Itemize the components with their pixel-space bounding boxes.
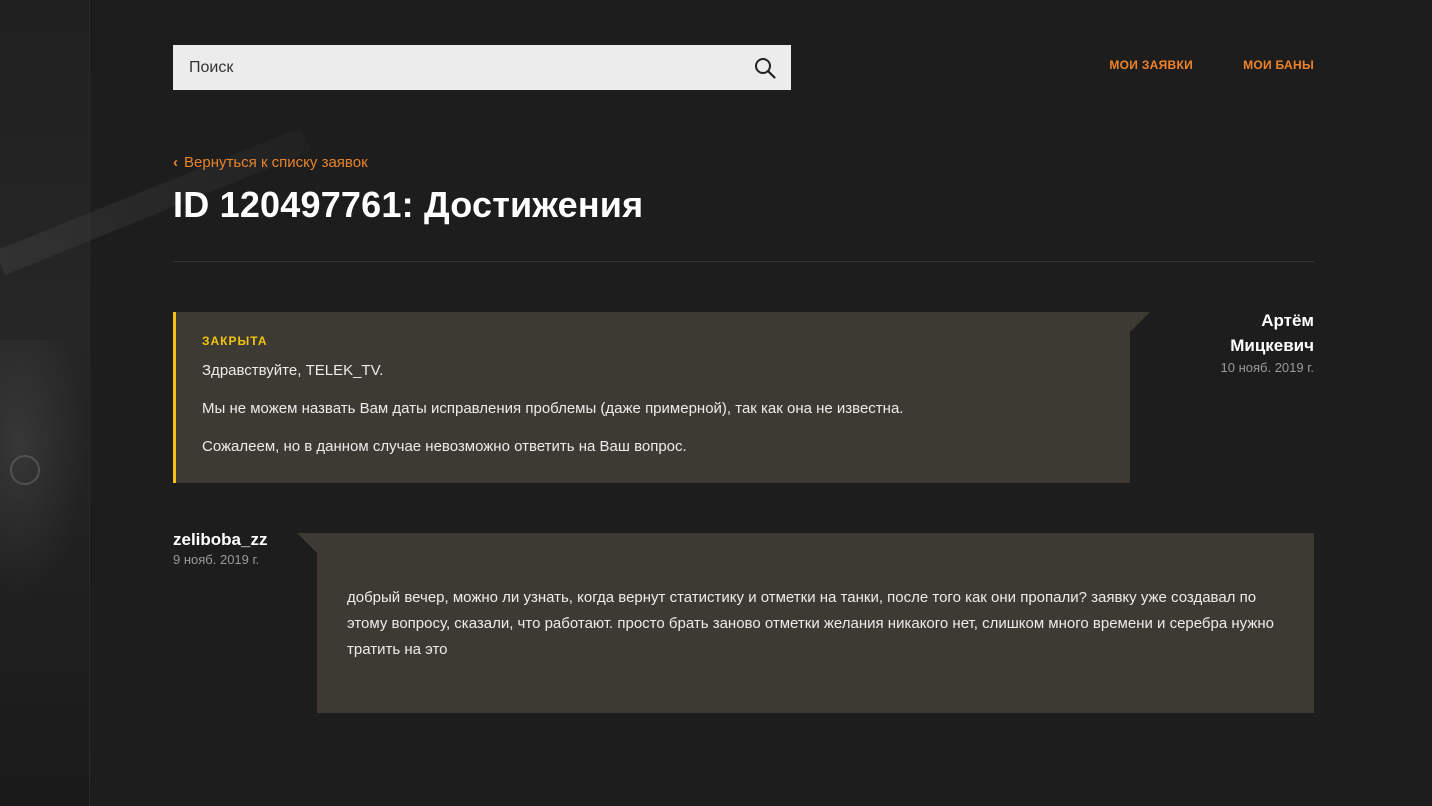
status-badge: ЗАКРЫТА (202, 334, 268, 348)
message-line: Здравствуйте, TELEK_TV. (202, 362, 384, 379)
support-author: Артём Мицкевич 10 нояб. 2019 г. (1134, 308, 1315, 375)
message-tail (297, 533, 317, 553)
nav-my-tickets-link[interactable]: МОИ ЗАЯВКИ (1109, 58, 1193, 72)
chevron-left-icon: ‹ (173, 154, 178, 171)
message-date: 10 нояб. 2019 г. (1220, 360, 1315, 375)
user-message: добрый вечер, можно ли узнать, когда вер… (297, 533, 1314, 713)
divider (173, 261, 1314, 262)
search-bar (173, 45, 791, 90)
search-icon[interactable] (753, 56, 777, 80)
message-text: добрый вечер, можно ли узнать, когда вер… (347, 589, 1274, 658)
author-first-name: Артём (1261, 311, 1314, 330)
user-author: zeliboba_zz 9 нояб. 2019 г. (173, 529, 267, 567)
nav-my-bans-link[interactable]: МОИ БАНЫ (1243, 58, 1314, 72)
back-to-tickets-link[interactable]: ‹ Вернуться к списку заявок (173, 154, 368, 171)
message-line: Сожалеем, но в данном случае невозможно … (202, 438, 687, 455)
support-message: ЗАКРЫТА Здравствуйте, TELEK_TV. Мы не мо… (173, 312, 1150, 483)
tank-emblem-icon (10, 455, 40, 485)
search-input[interactable] (187, 57, 753, 78)
message-line: Мы не можем назвать Вам даты исправления… (202, 400, 904, 417)
author-last-name: Мицкевич (1230, 336, 1314, 355)
author-name: zeliboba_zz (173, 530, 268, 549)
background-tank-image (0, 0, 311, 806)
page: МОИ ЗАЯВКИ МОИ БАНЫ ‹ Вернуться к списку… (0, 0, 1432, 806)
back-link-label: Вернуться к списку заявок (184, 154, 368, 171)
message-date: 9 нояб. 2019 г. (173, 552, 260, 567)
page-title: ID 120497761: Достижения (173, 184, 644, 225)
top-nav: МОИ ЗАЯВКИ МОИ БАНЫ (1109, 58, 1314, 72)
